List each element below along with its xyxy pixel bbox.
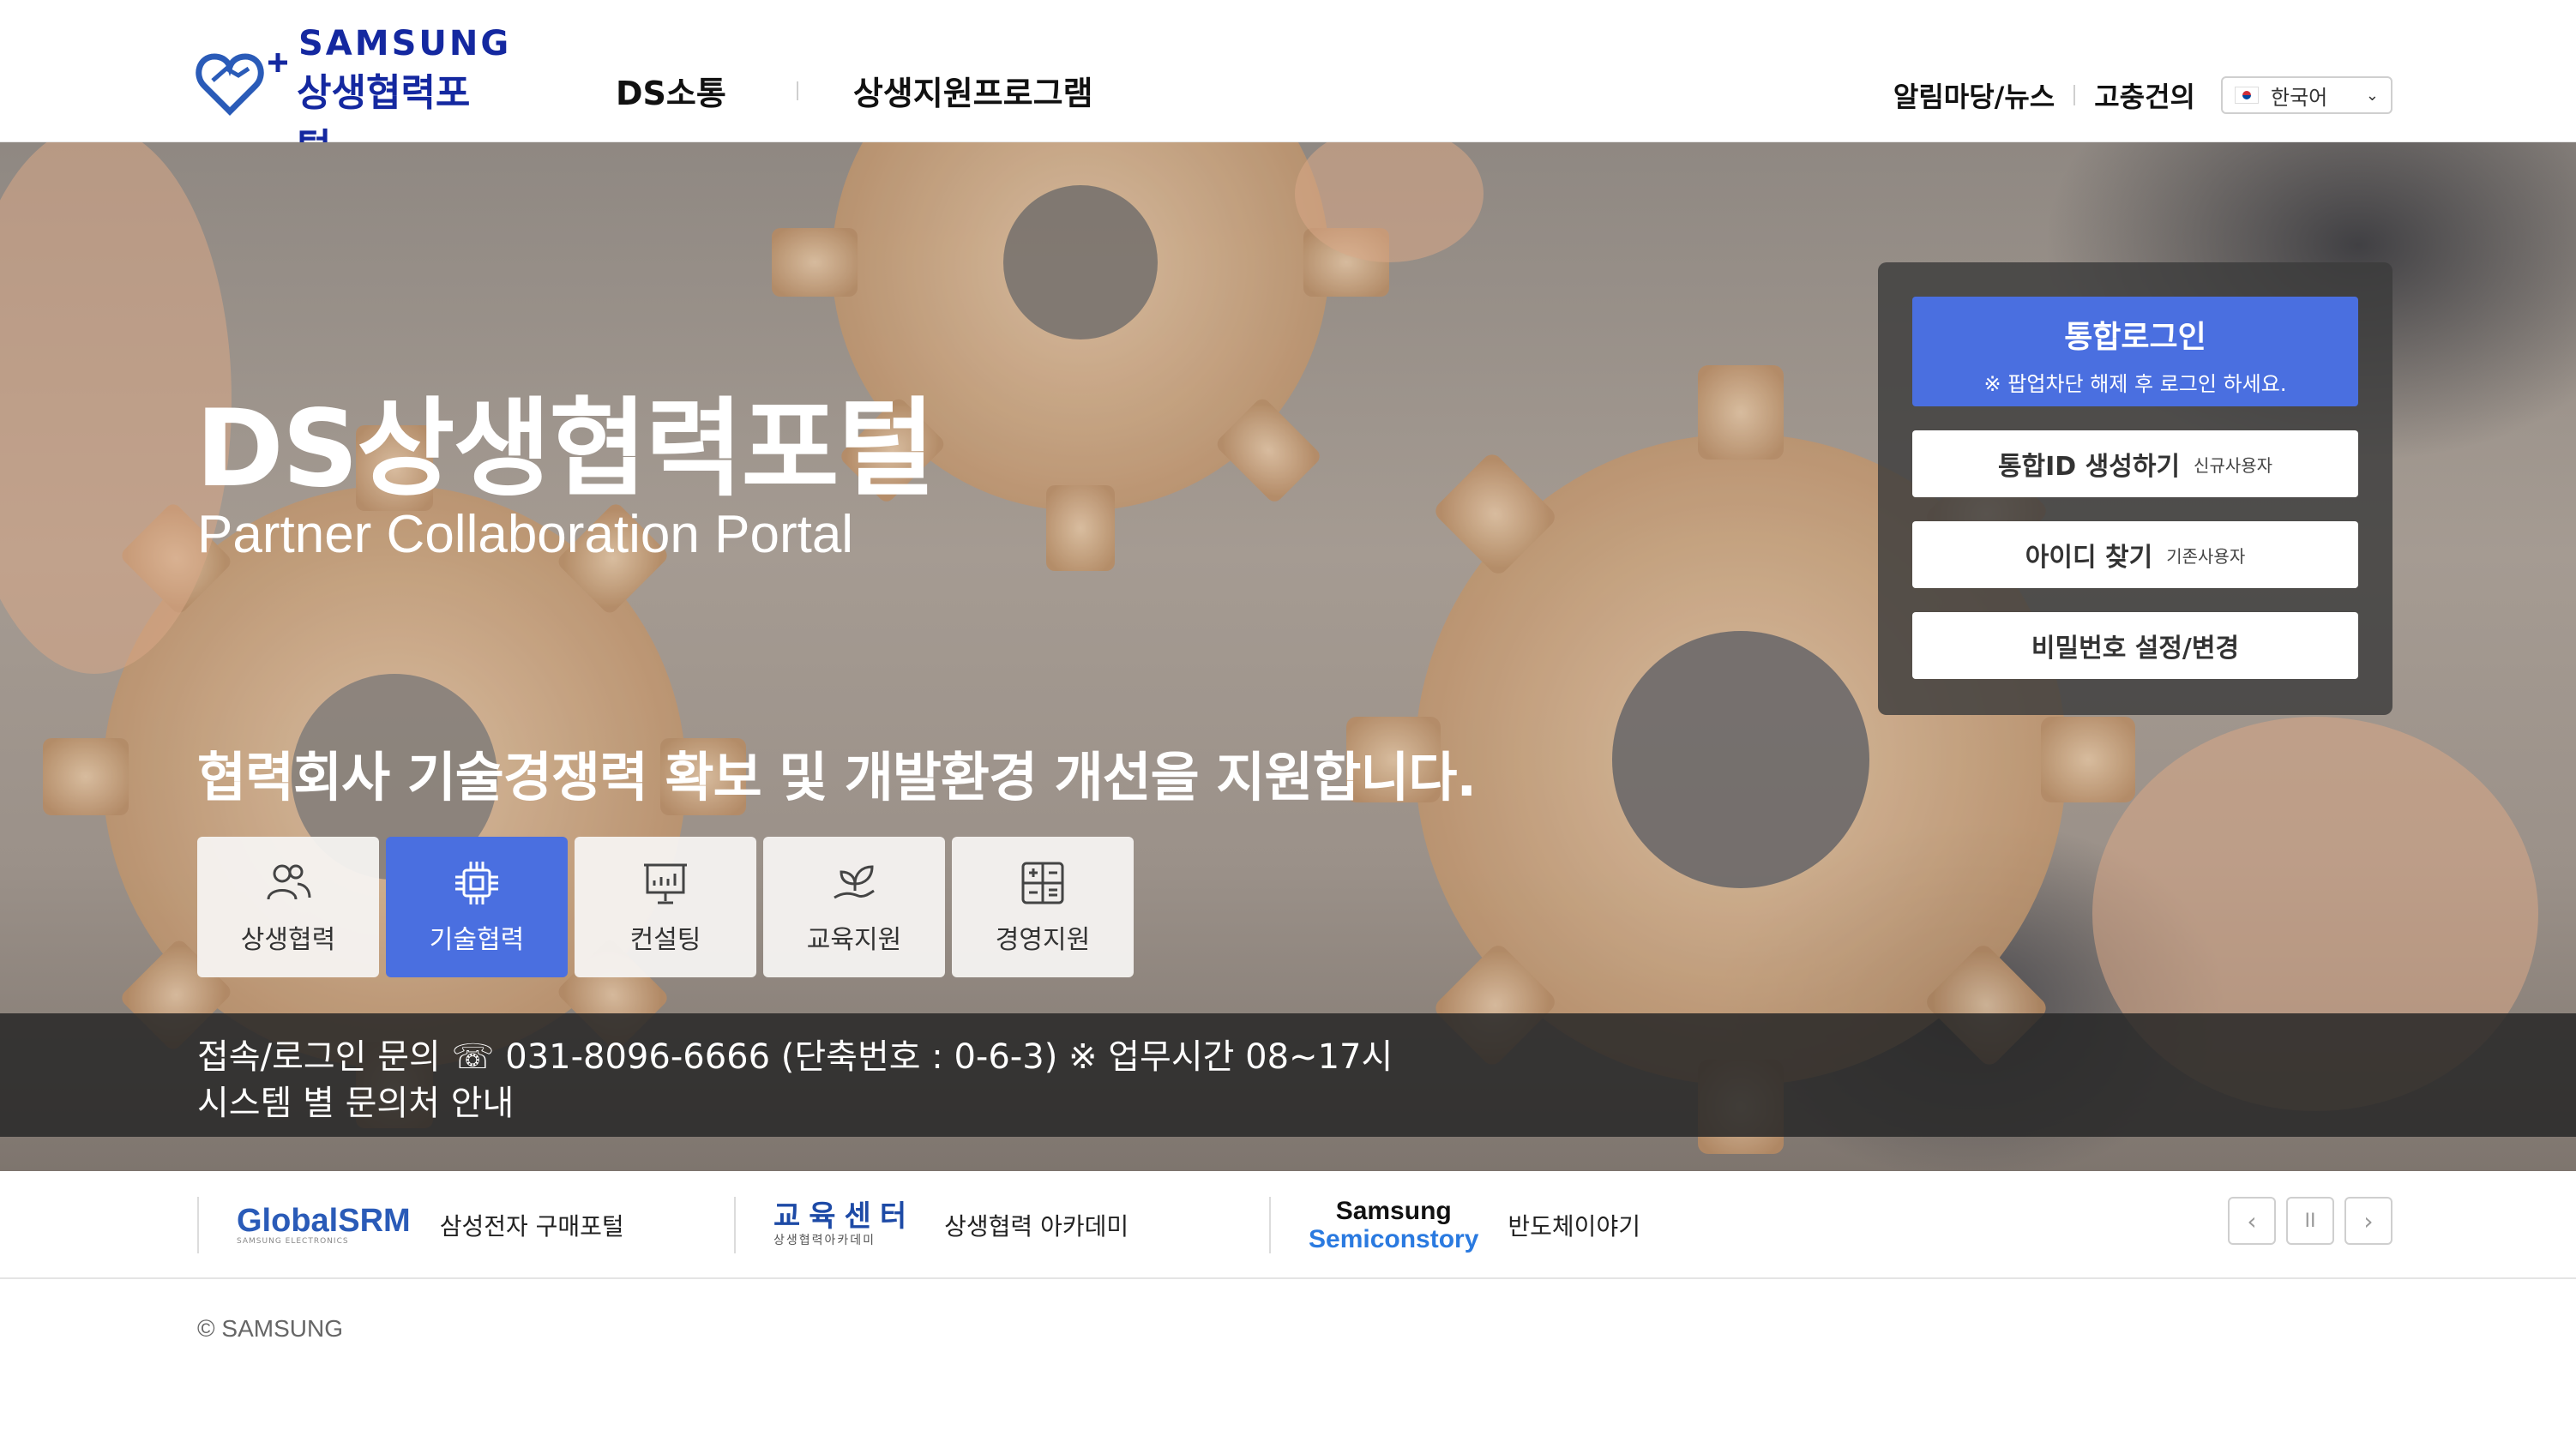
site-header: SAMSUNG 상생협력포털 DS소통 상생지원프로그램 알림마당/뉴스 고충건…: [0, 0, 2576, 170]
language-select[interactable]: 한국어 ⌄: [2221, 76, 2392, 114]
system-contact-link[interactable]: 시스템 별 문의처 안내: [197, 1075, 514, 1125]
contact-notice-bar: 접속/로그인 문의 ☏ 031-8096-6666 (단축번호 : 0-6-3)…: [0, 1013, 2576, 1137]
banner-prev-button[interactable]: ‹: [2228, 1197, 2276, 1245]
tile-management[interactable]: 경영지원: [952, 837, 1134, 977]
util-link-grievance[interactable]: 고충건의: [2094, 75, 2195, 115]
login-popup-note: ※ 팝업차단 해제 후 로그인 하세요.: [1983, 372, 2287, 396]
program-tiles: 상생협력 기술협력 컨설팅 교육지원 경영지원: [197, 837, 1141, 977]
hero-title: DS상생협력포털: [196, 388, 936, 511]
tile-tech-cooperation[interactable]: 기술협력: [386, 837, 568, 977]
find-id-button[interactable]: 아이디 찾기 기존사용자: [1912, 521, 2358, 588]
grid-icon: [1021, 862, 1064, 904]
tile-label: 상생협력: [240, 925, 336, 955]
tile-label: 경영지원: [995, 925, 1091, 955]
tile-label: 교육지원: [806, 925, 902, 955]
find-id-label: 아이디 찾기: [2025, 543, 2153, 573]
banner-label: 상생협력 아카데미: [944, 1212, 1129, 1241]
tile-education[interactable]: 교육지원: [763, 837, 945, 977]
login-button-label: 통합로그인: [2064, 320, 2206, 355]
main-nav: DS소통 상생지원프로그램: [616, 67, 1093, 114]
util-divider: [2073, 85, 2076, 105]
login-panel: 통합로그인 ※ 팝업차단 해제 후 로그인 하세요. 통합ID 생성하기 신규사…: [1878, 262, 2392, 715]
edu-logo-sub: 상생협력아카데미: [773, 1234, 876, 1247]
presentation-icon: [644, 863, 687, 904]
hero-subtitle: Partner Collaboration Portal: [197, 505, 854, 564]
plant-hand-icon: [834, 865, 875, 899]
tile-consulting[interactable]: 컨설팅: [575, 837, 756, 977]
banner-label: 삼성전자 구매포털: [439, 1212, 624, 1241]
tile-label: 기술협력: [429, 925, 525, 955]
korea-flag-icon: [2235, 87, 2259, 104]
footer-copyright: © SAMSUNG: [197, 1315, 343, 1342]
logo-brand: SAMSUNG: [298, 24, 512, 63]
chip-icon: [455, 862, 498, 904]
password-button[interactable]: 비밀번호 설정/변경: [1912, 612, 2358, 679]
integrated-login-button[interactable]: 통합로그인 ※ 팝업차단 해제 후 로그인 하세요.: [1912, 297, 2358, 406]
nav-item-ds-communication[interactable]: DS소통: [616, 67, 726, 114]
create-id-button[interactable]: 통합ID 생성하기 신규사용자: [1912, 430, 2358, 497]
handshake-heart-icon: [196, 53, 287, 116]
tile-win-win[interactable]: 상생협력: [197, 837, 379, 977]
nav-divider: [796, 81, 798, 100]
edu-logo-text: 교육센터: [773, 1199, 916, 1234]
banner-pause-button[interactable]: II: [2286, 1197, 2334, 1245]
create-id-label: 통합ID 생성하기: [1997, 452, 2181, 482]
education-center-logo: 교육센터 상생협력아카데미: [773, 1202, 915, 1248]
site-logo[interactable]: SAMSUNG 상생협력포털: [196, 24, 509, 170]
create-id-note: 신규사용자: [2194, 454, 2273, 476]
pause-icon: II: [2304, 1210, 2316, 1232]
banner-label: 반도체이야기: [1508, 1212, 1640, 1241]
global-srm-logo-text: GlobalSRM: [237, 1203, 411, 1239]
contact-phone-text: 접속/로그인 문의 ☏ 031-8096-6666 (단축번호 : 0-6-3)…: [197, 1037, 1393, 1077]
semiconstory-logo-line1: Samsung: [1335, 1197, 1452, 1225]
utility-nav: 알림마당/뉴스 고충건의 한국어 ⌄: [1893, 75, 2392, 115]
banner-next-button[interactable]: ›: [2344, 1197, 2392, 1245]
global-srm-logo: GlobalSRM SAMSUNG ELECTRONICS: [237, 1205, 411, 1246]
banner-global-srm[interactable]: GlobalSRM SAMSUNG ELECTRONICS 삼성전자 구매포털: [197, 1197, 624, 1253]
hero-description: 협력회사 기술경쟁력 확보 및 개발환경 개선을 지원합니다.: [197, 746, 1477, 808]
password-label: 비밀번호 설정/변경: [2031, 634, 2240, 664]
related-sites-banner: GlobalSRM SAMSUNG ELECTRONICS 삼성전자 구매포털 …: [0, 1171, 2576, 1279]
util-link-news[interactable]: 알림마당/뉴스: [1893, 75, 2055, 115]
find-id-note: 기존사용자: [2166, 545, 2246, 567]
banner-education-center[interactable]: 교육센터 상생협력아카데미 상생협력 아카데미: [734, 1197, 1129, 1253]
nav-item-support-program[interactable]: 상생지원프로그램: [853, 67, 1093, 114]
banner-controls: ‹ II ›: [2218, 1197, 2392, 1245]
hero-section: DS상생협력포털 Partner Collaboration Portal 협력…: [0, 142, 2576, 1171]
banner-semiconstory[interactable]: Samsung Semiconstory 반도체이야기: [1269, 1197, 1640, 1253]
semiconstory-logo-line2: Semiconstory: [1309, 1225, 1479, 1253]
people-icon: [267, 864, 311, 900]
language-label: 한국어: [2271, 85, 2328, 110]
chevron-down-icon: ⌄: [2365, 86, 2379, 105]
tile-label: 컨설팅: [629, 925, 701, 955]
chevron-right-icon: ›: [2363, 1206, 2374, 1235]
semiconstory-logo: Samsung Semiconstory: [1309, 1197, 1478, 1253]
chevron-left-icon: ‹: [2247, 1206, 2257, 1235]
